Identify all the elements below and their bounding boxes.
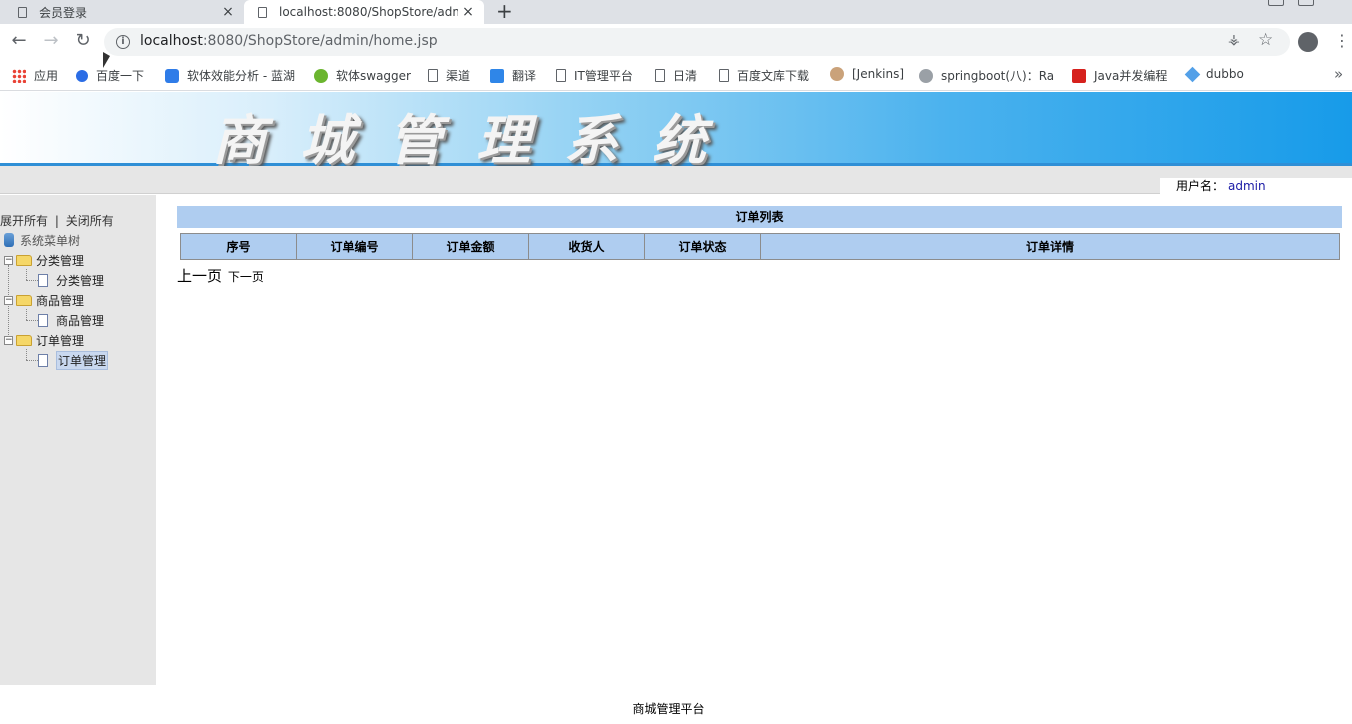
sidebar-item-order-management[interactable]: 订单管理 xyxy=(38,350,109,370)
apps-icon xyxy=(12,68,26,83)
sidebar-item-category-management[interactable]: 分类管理 xyxy=(38,271,104,289)
bookmarks-more-icon[interactable]: » xyxy=(1334,65,1343,83)
tree-group-product[interactable]: − 商品管理 xyxy=(4,291,84,309)
tab-member-login[interactable]: 会员登录 × xyxy=(0,0,244,24)
star-icon[interactable]: ☆ xyxy=(1258,30,1273,50)
folder-open-icon xyxy=(16,334,32,346)
user-info: 用户名： admin xyxy=(1160,178,1352,194)
bookmark-swagger[interactable]: 软体swagger xyxy=(314,67,411,84)
tree-root[interactable]: 系统菜单树 xyxy=(4,231,80,249)
bookmarks-bar: 应用 百度一下 软体效能分析 - 蓝湖 软体swagger 渠道 翻译 IT管理… xyxy=(0,60,1352,91)
collapse-all-link[interactable]: 关闭所有 xyxy=(66,214,114,228)
column-header: 订单编号 xyxy=(296,233,413,260)
page-icon xyxy=(38,313,48,327)
page-icon xyxy=(18,6,27,18)
collapse-toggle-icon[interactable]: − xyxy=(4,295,13,305)
bookmark-springboot[interactable]: springboot(八)：Ra xyxy=(919,67,1055,84)
column-header: 收货人 xyxy=(528,233,645,260)
csdn-icon xyxy=(1072,68,1086,83)
jenkins-icon xyxy=(830,67,844,81)
column-header: 订单详情 xyxy=(760,233,1340,260)
expand-all-link[interactable]: 展开所有 xyxy=(0,214,48,228)
prev-page-link[interactable]: 上一页 xyxy=(177,267,222,285)
folder-open-icon xyxy=(16,294,32,306)
next-page-link[interactable]: 下一页 xyxy=(228,270,264,284)
tab-admin-home[interactable]: localhost:8080/ShopStore/adm × xyxy=(244,0,484,24)
order-table: 序号 订单编号 订单金额 收货人 订单状态 订单详情 xyxy=(180,233,1340,260)
bookmark-dubbo[interactable]: dubbo xyxy=(1184,66,1244,82)
page-icon xyxy=(428,69,438,82)
info-icon[interactable]: i xyxy=(116,35,130,49)
page-icon xyxy=(38,353,48,367)
key-icon[interactable]: ⚶ xyxy=(1228,32,1240,48)
browser-tab-bar: 会员登录 × localhost:8080/ShopStore/adm × + xyxy=(0,0,1352,24)
springboot-icon xyxy=(919,68,933,83)
bookmark-jenkins[interactable]: [Jenkins] xyxy=(830,67,904,81)
bookmark-lanhu[interactable]: 软体效能分析 - 蓝湖 xyxy=(165,67,295,84)
page-icon xyxy=(38,273,48,287)
user-strip: 用户名： admin xyxy=(0,166,1352,194)
page-icon xyxy=(655,69,665,82)
main-content: 订单列表 序号 订单编号 订单金额 收货人 订单状态 订单详情 上一页 下一页 xyxy=(156,195,1352,685)
bookmark-java-concurrency[interactable]: Java并发编程 xyxy=(1072,67,1167,84)
dubbo-icon xyxy=(1184,66,1201,82)
column-header: 序号 xyxy=(180,233,297,260)
page-icon xyxy=(556,69,566,82)
column-header: 订单金额 xyxy=(412,233,529,260)
bookmark-it-platform[interactable]: IT管理平台 xyxy=(556,67,633,84)
window-close-icon[interactable] xyxy=(1328,0,1344,6)
tree-group-category[interactable]: − 分类管理 xyxy=(4,251,84,269)
tab-title: localhost:8080/ShopStore/adm xyxy=(279,5,458,19)
back-arrow-icon[interactable]: ← xyxy=(8,30,30,52)
maximize-icon[interactable] xyxy=(1298,0,1314,6)
bookmark-daily[interactable]: 日清 xyxy=(655,67,697,84)
header-banner: 商城管理系统 xyxy=(0,92,1352,172)
user-name: admin xyxy=(1228,179,1266,193)
collapse-toggle-icon[interactable]: − xyxy=(4,255,13,265)
tree-separator: | xyxy=(54,214,59,228)
bookmark-apps[interactable]: 应用 xyxy=(12,67,58,84)
tree-group-order[interactable]: − 订单管理 xyxy=(4,331,84,349)
profile-avatar-icon[interactable] xyxy=(1298,32,1318,52)
collapse-toggle-icon[interactable]: − xyxy=(4,335,13,345)
close-icon[interactable]: × xyxy=(218,4,238,20)
footer-text: 商城管理平台 xyxy=(632,702,705,716)
address-bar[interactable]: i localhost:8080/ShopStore/admin/home.js… xyxy=(104,28,1290,56)
column-header: 订单状态 xyxy=(644,233,761,260)
user-label: 用户名： xyxy=(1176,179,1225,193)
tree-controls: 展开所有 | 关闭所有 xyxy=(0,212,114,229)
folder-open-icon xyxy=(16,254,32,266)
baidu-paw-icon xyxy=(76,69,88,82)
table-header-row: 序号 订单编号 订单金额 收货人 订单状态 订单详情 xyxy=(180,233,1340,260)
forward-arrow-icon[interactable]: → xyxy=(40,30,62,52)
url-text[interactable]: localhost:8080/ShopStore/admin/home.jsp xyxy=(140,33,438,49)
bookmark-translate[interactable]: 翻译 xyxy=(490,67,536,84)
menu-dots-icon[interactable]: ⋮ xyxy=(1334,30,1350,52)
page-icon xyxy=(258,6,267,18)
order-list-title: 订单列表 xyxy=(177,206,1342,228)
swagger-icon xyxy=(314,68,328,83)
bookmark-baidu[interactable]: 百度一下 xyxy=(76,67,144,84)
translate-icon xyxy=(490,68,504,83)
bookmark-wenku[interactable]: 百度文库下载 xyxy=(719,67,809,84)
sidebar-item-product-management[interactable]: 商品管理 xyxy=(38,311,104,329)
lanhu-icon xyxy=(165,68,179,83)
minimize-icon[interactable] xyxy=(1268,0,1284,6)
tree-root-icon xyxy=(4,233,14,247)
sidebar-menu-tree: 展开所有 | 关闭所有 系统菜单树 − 分类管理 分类管理 − 商品管理 商品管… xyxy=(0,195,156,685)
tab-title: 会员登录 xyxy=(39,5,88,20)
mouse-cursor-icon xyxy=(103,52,110,68)
page-icon xyxy=(719,69,729,82)
pagination: 上一页 下一页 xyxy=(177,265,264,286)
browser-toolbar: ← → ↻ i localhost:8080/ShopStore/admin/h… xyxy=(0,24,1352,60)
system-title: 商城管理系统 xyxy=(212,108,740,172)
bookmark-channel[interactable]: 渠道 xyxy=(428,67,470,84)
reload-icon[interactable]: ↻ xyxy=(72,30,94,52)
new-tab-button[interactable]: + xyxy=(496,0,513,24)
close-icon[interactable]: × xyxy=(458,4,478,20)
